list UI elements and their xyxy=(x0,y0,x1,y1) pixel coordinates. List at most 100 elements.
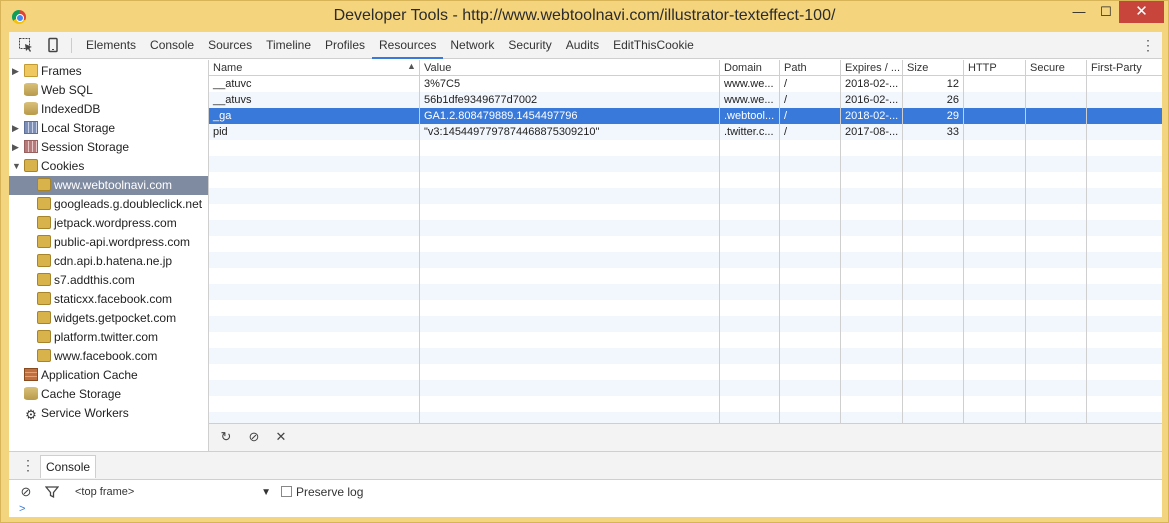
drawer-menu-icon[interactable]: ⋮ xyxy=(21,457,35,474)
checkbox-icon[interactable] xyxy=(281,486,292,497)
column-header-path[interactable]: Path xyxy=(780,60,841,76)
tab-security[interactable]: Security xyxy=(501,32,558,59)
database-icon xyxy=(24,387,38,400)
refresh-icon[interactable]: ↻ xyxy=(219,430,233,444)
cell-size: 26 xyxy=(903,92,964,108)
cell-size: 12 xyxy=(903,76,964,92)
cell-expires: 2016-02-... xyxy=(841,92,903,108)
window-title: Developer Tools - http://www.webtoolnavi… xyxy=(333,7,836,24)
sidebar-cookie-domain[interactable]: cdn.api.b.hatena.ne.jp xyxy=(37,252,172,271)
cell-path: / xyxy=(780,92,841,108)
column-divider xyxy=(719,76,720,423)
column-header-http[interactable]: HTTP xyxy=(964,60,1026,76)
column-header-name[interactable]: Name xyxy=(209,60,420,76)
cookie-icon xyxy=(37,216,51,229)
minimize-button[interactable]: — xyxy=(1065,1,1093,23)
cell-expires: 2018-02-... xyxy=(841,108,903,124)
clear-console-icon[interactable]: ⊘ xyxy=(19,485,33,499)
delete-icon[interactable]: ✕ xyxy=(274,430,288,444)
empty-table-row xyxy=(209,364,1162,380)
devtools-client: Elements Console Sources Timeline Profil… xyxy=(9,32,1162,517)
cookie-icon xyxy=(37,254,51,267)
tab-network[interactable]: Network xyxy=(443,32,501,59)
sidebar-item-cache-storage[interactable]: Cache Storage xyxy=(24,385,121,404)
gear-icon: ⚙ xyxy=(25,407,37,422)
column-divider xyxy=(1086,76,1087,423)
resources-sidebar: ▶ Frames Web SQL IndexedDB ▶ Local Storage… xyxy=(9,60,209,451)
cell-value: 56b1dfe9349677d7002 xyxy=(420,92,720,108)
tab-console[interactable]: Console xyxy=(143,32,201,59)
inspect-element-icon[interactable] xyxy=(18,37,34,53)
empty-table-row xyxy=(209,220,1162,236)
table-row[interactable]: _ga GA1.2.808479889.1454497796 .webtool...… xyxy=(209,108,1162,124)
sidebar-item-cookies[interactable]: ▼ Cookies xyxy=(12,157,84,176)
column-header-secure[interactable]: Secure xyxy=(1026,60,1087,76)
sidebar-item-service-workers[interactable]: ⚙ Service Workers xyxy=(24,404,129,423)
tab-elements[interactable]: Elements xyxy=(79,32,143,59)
table-row[interactable]: __atuvc 3%7C5 www.we.../2018-02-... 12 xyxy=(209,76,1162,92)
frame-select[interactable]: <top frame> ▼ xyxy=(75,484,271,501)
filter-icon[interactable] xyxy=(44,485,60,499)
empty-table-row xyxy=(209,252,1162,268)
tab-profiles[interactable]: Profiles xyxy=(318,32,372,59)
tab-resources[interactable]: Resources xyxy=(372,32,444,59)
cookie-icon xyxy=(37,178,51,191)
cookie-icon xyxy=(37,349,51,362)
empty-table-row xyxy=(209,156,1162,172)
sidebar-item-websql[interactable]: Web SQL xyxy=(24,81,93,100)
column-header-domain[interactable]: Domain xyxy=(720,60,780,76)
tab-sources[interactable]: Sources xyxy=(201,32,259,59)
column-divider xyxy=(779,76,780,423)
sidebar-item-session-storage[interactable]: ▶ Session Storage xyxy=(12,138,129,157)
sidebar-cookie-domain[interactable]: public-api.wordpress.com xyxy=(37,233,190,252)
dropdown-arrow-icon: ▼ xyxy=(261,487,271,498)
sidebar-item-frames[interactable]: ▶ Frames xyxy=(12,62,82,81)
device-mode-icon[interactable] xyxy=(45,37,61,53)
preserve-log-checkbox[interactable]: Preserve log xyxy=(281,484,363,501)
empty-table-row xyxy=(209,412,1162,423)
table-row[interactable]: __atuvs 56b1dfe9349677d7002 www.we.../2016… xyxy=(209,92,1162,108)
expand-arrow-icon[interactable]: ▶ xyxy=(12,119,19,138)
cell-domain: www.we... xyxy=(720,76,780,92)
cell-name: _ga xyxy=(209,108,420,124)
table-row[interactable]: pid "v3:1454497797874468875309210" .twitte… xyxy=(209,124,1162,140)
maximize-button[interactable]: ☐ xyxy=(1092,1,1120,23)
empty-table-row xyxy=(209,140,1162,156)
sidebar-cookie-domain[interactable]: www.webtoolnavi.com xyxy=(9,176,208,195)
close-button[interactable]: ✕ xyxy=(1119,1,1164,23)
collapse-arrow-icon[interactable]: ▼ xyxy=(12,157,21,176)
tab-audits[interactable]: Audits xyxy=(559,32,606,59)
sidebar-cookie-domain[interactable]: staticxx.facebook.com xyxy=(37,290,172,309)
expand-arrow-icon[interactable]: ▶ xyxy=(12,138,19,157)
cell-name: __atuvs xyxy=(209,92,420,108)
clear-all-icon[interactable]: ⊘ xyxy=(247,430,261,444)
empty-table-row xyxy=(209,300,1162,316)
sidebar-item-app-cache[interactable]: Application Cache xyxy=(24,366,138,385)
tab-editthiscookie[interactable]: EditThisCookie xyxy=(606,32,701,59)
more-options-icon[interactable]: ⋮ xyxy=(1141,37,1155,53)
column-header-size[interactable]: Size xyxy=(903,60,964,76)
sidebar-cookie-domain[interactable]: googleads.g.doubleclick.net xyxy=(37,195,202,214)
cell-size: 33 xyxy=(903,124,964,140)
cookie-icon xyxy=(37,235,51,248)
sidebar-cookie-domain[interactable]: platform.twitter.com xyxy=(37,328,158,347)
column-header-first-party[interactable]: First-Party xyxy=(1087,60,1162,76)
sidebar-item-indexeddb[interactable]: IndexedDB xyxy=(24,100,100,119)
tab-timeline[interactable]: Timeline xyxy=(259,32,318,59)
expand-arrow-icon[interactable]: ▶ xyxy=(12,62,19,81)
sidebar-item-local-storage[interactable]: ▶ Local Storage xyxy=(12,119,115,138)
table-icon xyxy=(24,121,38,134)
empty-table-row xyxy=(209,236,1162,252)
table-icon xyxy=(24,140,38,153)
empty-table-row xyxy=(209,380,1162,396)
column-header-expires[interactable]: Expires / ... xyxy=(841,60,903,76)
column-header-value[interactable]: Value xyxy=(420,60,720,76)
cell-path: / xyxy=(780,124,841,140)
console-prompt[interactable]: > xyxy=(9,503,1162,517)
sidebar-cookie-domain[interactable]: s7.addthis.com xyxy=(37,271,135,290)
sidebar-cookie-domain[interactable]: www.facebook.com xyxy=(37,347,157,366)
tab-console-drawer[interactable]: Console xyxy=(40,455,97,478)
sidebar-cookie-domain[interactable]: jetpack.wordpress.com xyxy=(37,214,177,233)
sidebar-cookie-domain[interactable]: widgets.getpocket.com xyxy=(37,309,176,328)
empty-table-row xyxy=(209,396,1162,412)
